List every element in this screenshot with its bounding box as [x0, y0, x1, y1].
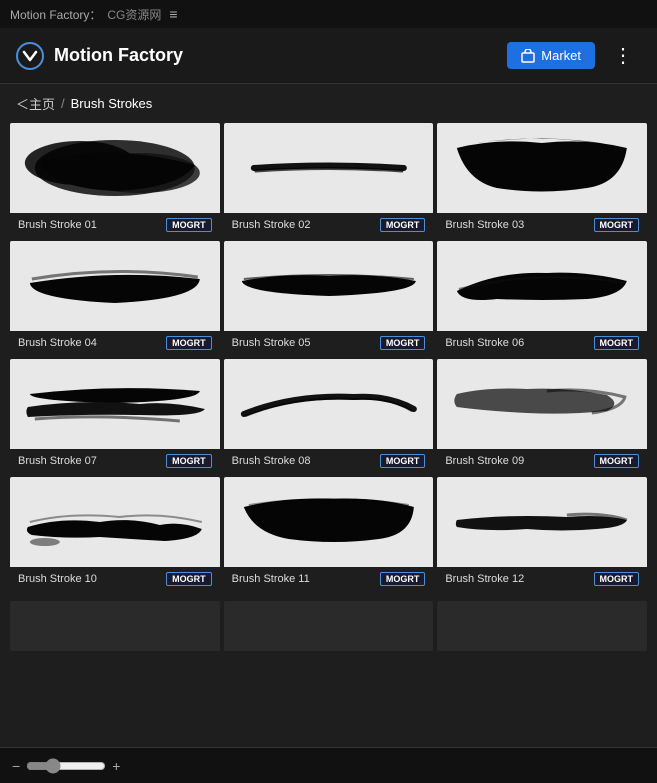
grid-item-thumb-9 — [437, 359, 647, 449]
grid-item-3[interactable]: Brush Stroke 03 MOGRT — [437, 123, 647, 237]
grid-item-name-4: Brush Stroke 04 — [18, 337, 97, 349]
top-bar-menu-icon[interactable]: ≡ — [169, 6, 177, 22]
grid-item-footer-9: Brush Stroke 09 MOGRT — [437, 449, 647, 473]
mogrt-badge-8[interactable]: MOGRT — [380, 454, 426, 468]
market-button-label: Market — [541, 48, 581, 63]
grid-item-name-2: Brush Stroke 02 — [232, 219, 311, 231]
mogrt-badge-4[interactable]: MOGRT — [166, 336, 212, 350]
grid-item-name-9: Brush Stroke 09 — [445, 455, 524, 467]
more-options-button[interactable]: ⋮ — [605, 39, 641, 72]
grid-item-name-12: Brush Stroke 12 — [445, 573, 524, 585]
grid-item-thumb-4 — [10, 241, 220, 331]
app-title: Motion Factory — [54, 45, 507, 66]
grid-item-2[interactable]: Brush Stroke 02 MOGRT — [224, 123, 434, 237]
grid-item-empty-1 — [10, 601, 220, 651]
mogrt-badge-11[interactable]: MOGRT — [380, 572, 426, 586]
grid-item-name-7: Brush Stroke 07 — [18, 455, 97, 467]
grid-item-thumb-3 — [437, 123, 647, 213]
zoom-plus-button[interactable]: + — [112, 758, 120, 774]
grid-item-name-11: Brush Stroke 11 — [232, 573, 310, 585]
bottom-bar: − + — [0, 747, 657, 783]
grid-item-thumb-11 — [224, 477, 434, 567]
grid-item-thumb-5 — [224, 241, 434, 331]
market-button[interactable]: Market — [507, 42, 595, 69]
grid-item-footer-5: Brush Stroke 05 MOGRT — [224, 331, 434, 355]
mogrt-badge-5[interactable]: MOGRT — [380, 336, 426, 350]
grid-item-name-8: Brush Stroke 08 — [232, 455, 311, 467]
header: Motion Factory Market ⋮ — [0, 28, 657, 84]
grid-item-thumb-7 — [10, 359, 220, 449]
grid-item-10[interactable]: Brush Stroke 10 MOGRT — [10, 477, 220, 591]
grid-item-11[interactable]: Brush Stroke 11 MOGRT — [224, 477, 434, 591]
grid-item-name-1: Brush Stroke 01 — [18, 219, 97, 231]
grid-item-footer-10: Brush Stroke 10 MOGRT — [10, 567, 220, 591]
top-bar: Motion Factory： CG资源网 ≡ — [0, 0, 657, 28]
partial-row — [0, 601, 657, 695]
mogrt-badge-7[interactable]: MOGRT — [166, 454, 212, 468]
breadcrumb-current: Brush Strokes — [71, 96, 153, 111]
mogrt-badge-12[interactable]: MOGRT — [594, 572, 640, 586]
zoom-minus-button[interactable]: − — [12, 758, 20, 774]
grid-item-footer-12: Brush Stroke 12 MOGRT — [437, 567, 647, 591]
grid-item-footer-4: Brush Stroke 04 MOGRT — [10, 331, 220, 355]
top-bar-subtitle: CG资源网 — [107, 6, 161, 23]
grid-item-footer-7: Brush Stroke 07 MOGRT — [10, 449, 220, 473]
grid-item-8[interactable]: Brush Stroke 08 MOGRT — [224, 359, 434, 473]
grid-item-1[interactable]: Brush Stroke 01 MOGRT — [10, 123, 220, 237]
grid-item-name-3: Brush Stroke 03 — [445, 219, 524, 231]
mogrt-badge-3[interactable]: MOGRT — [594, 218, 640, 232]
top-bar-title: Motion Factory： — [10, 6, 101, 23]
grid-item-footer-11: Brush Stroke 11 MOGRT — [224, 567, 434, 591]
grid-item-name-5: Brush Stroke 05 — [232, 337, 311, 349]
grid-item-thumb-2 — [224, 123, 434, 213]
grid-item-name-10: Brush Stroke 10 — [18, 573, 97, 585]
mogrt-badge-6[interactable]: MOGRT — [594, 336, 640, 350]
grid-item-9[interactable]: Brush Stroke 09 MOGRT — [437, 359, 647, 473]
zoom-slider[interactable] — [26, 758, 106, 774]
grid-item-thumb-6 — [437, 241, 647, 331]
market-icon — [521, 49, 535, 63]
grid-item-footer-1: Brush Stroke 01 MOGRT — [10, 213, 220, 237]
mogrt-badge-1[interactable]: MOGRT — [166, 218, 212, 232]
mogrt-badge-9[interactable]: MOGRT — [594, 454, 640, 468]
grid-item-thumb-8 — [224, 359, 434, 449]
grid-item-6[interactable]: Brush Stroke 06 MOGRT — [437, 241, 647, 355]
grid-item-name-6: Brush Stroke 06 — [445, 337, 524, 349]
breadcrumb-home[interactable]: ＜主页 — [16, 94, 55, 113]
grid-item-thumb-10 — [10, 477, 220, 567]
grid-item-4[interactable]: Brush Stroke 04 MOGRT — [10, 241, 220, 355]
grid-item-7[interactable]: Brush Stroke 07 MOGRT — [10, 359, 220, 473]
breadcrumb-separator: / — [61, 96, 65, 111]
grid-item-footer-6: Brush Stroke 06 MOGRT — [437, 331, 647, 355]
grid-item-thumb-12 — [437, 477, 647, 567]
motion-factory-logo — [16, 42, 44, 70]
items-grid: Brush Stroke 01 MOGRT Brush Stroke 02 MOGRT… — [0, 123, 657, 601]
grid-item-footer-3: Brush Stroke 03 MOGRT — [437, 213, 647, 237]
grid-item-footer-2: Brush Stroke 02 MOGRT — [224, 213, 434, 237]
grid-item-12[interactable]: Brush Stroke 12 MOGRT — [437, 477, 647, 591]
grid-item-thumb-1 — [10, 123, 220, 213]
grid-item-5[interactable]: Brush Stroke 05 MOGRT — [224, 241, 434, 355]
mogrt-badge-2[interactable]: MOGRT — [380, 218, 426, 232]
breadcrumb: ＜主页 / Brush Strokes — [0, 84, 657, 123]
mogrt-badge-10[interactable]: MOGRT — [166, 572, 212, 586]
grid-item-empty-3 — [437, 601, 647, 651]
grid-item-empty-2 — [224, 601, 434, 651]
grid-item-footer-8: Brush Stroke 08 MOGRT — [224, 449, 434, 473]
